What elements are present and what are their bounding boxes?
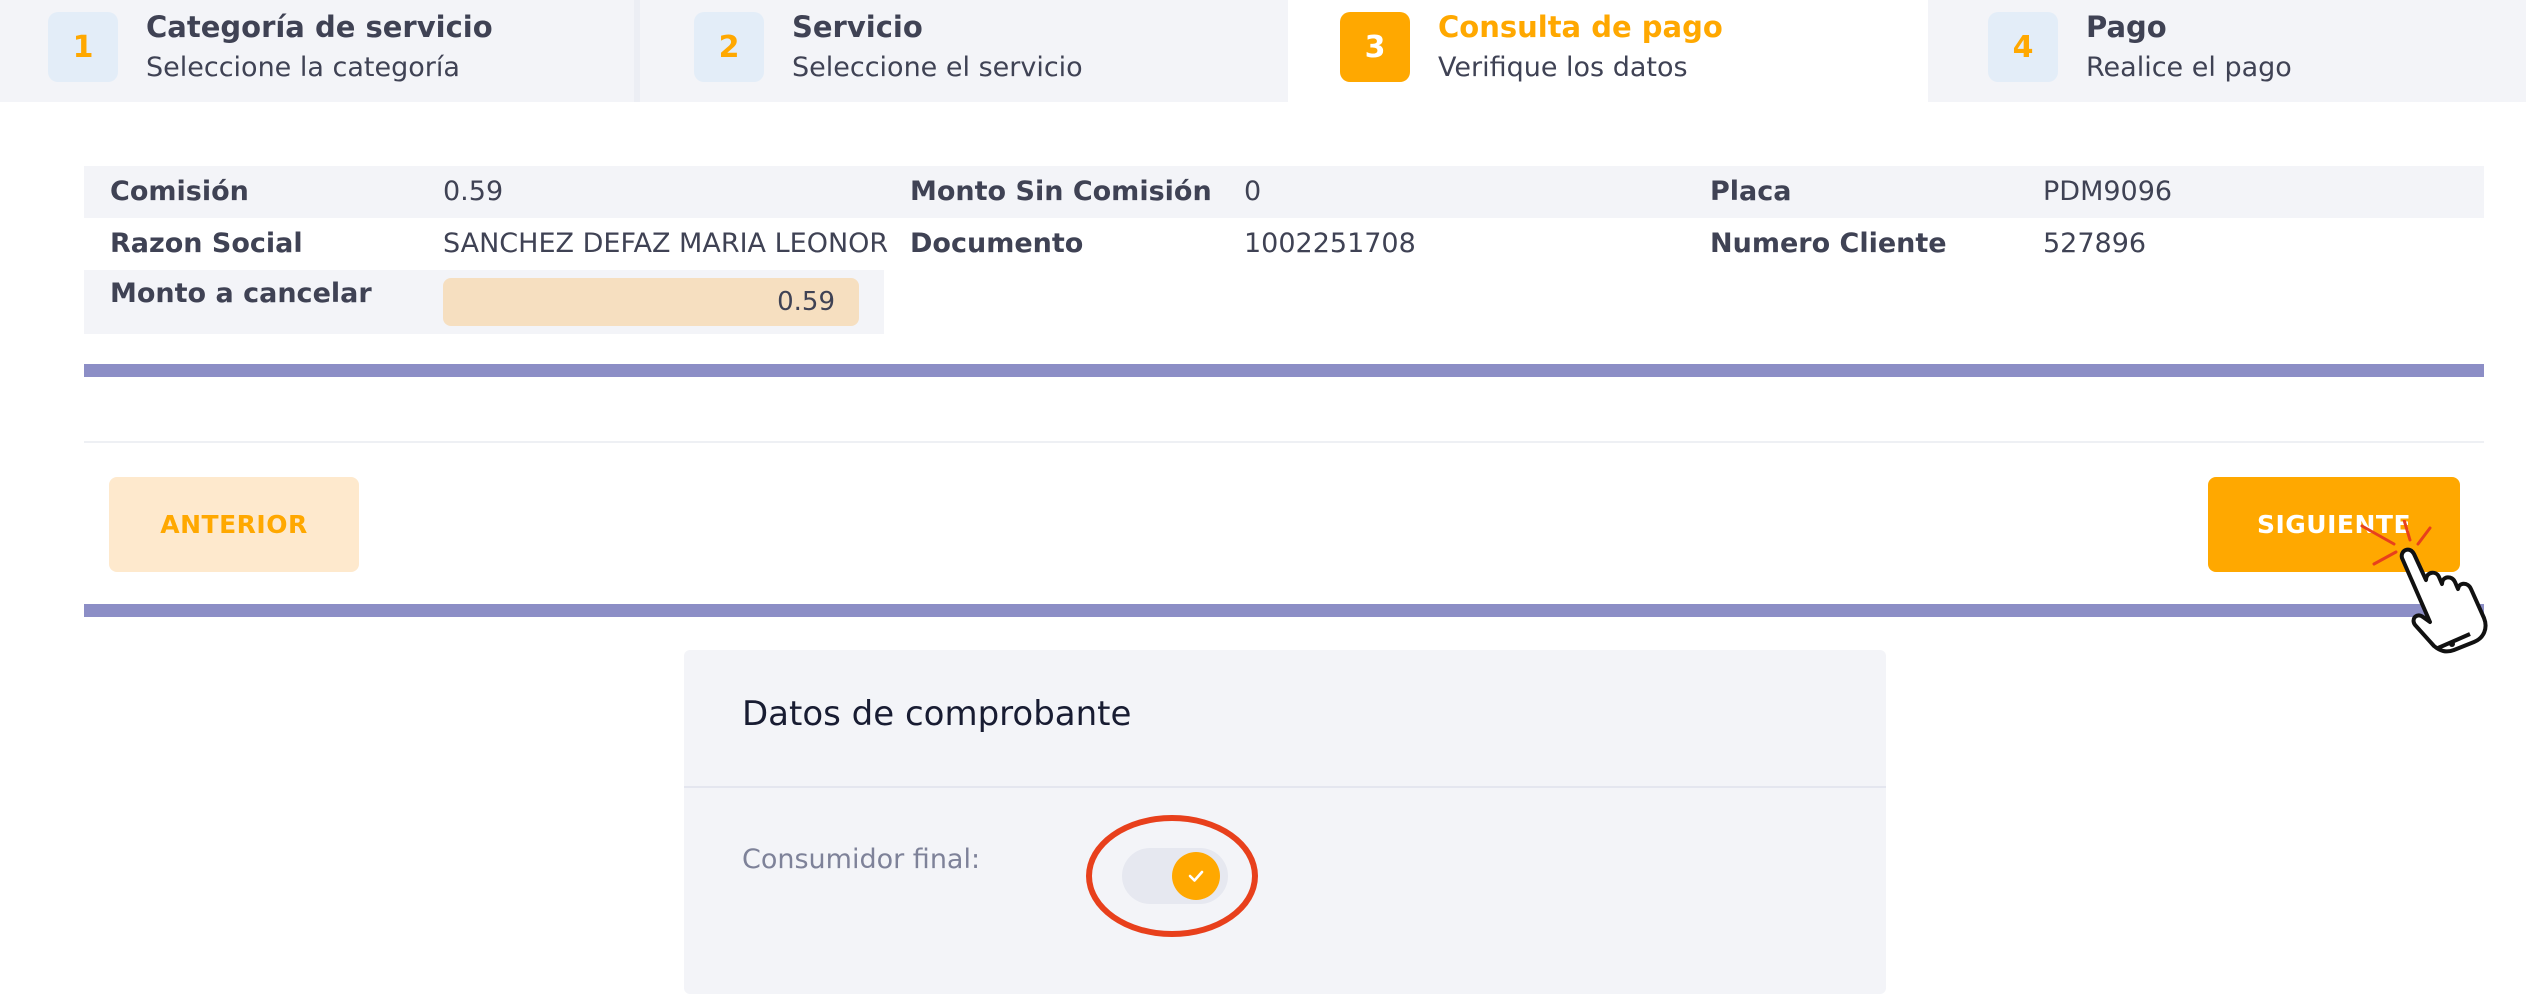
step-subtitle: Seleccione el servicio — [792, 52, 1083, 83]
consumidor-final-label: Consumidor final: — [742, 844, 981, 875]
placa-value: PDM9096 — [2043, 176, 2173, 207]
monto-sin-comision-label: Monto Sin Comisión — [910, 176, 1212, 207]
step-title: Categoría de servicio — [146, 10, 493, 44]
step-number: 3 — [1340, 12, 1410, 82]
section-divider-bar — [84, 364, 2484, 377]
step-subtitle: Verifique los datos — [1438, 52, 1688, 83]
comision-label: Comisión — [110, 176, 249, 207]
comision-value: 0.59 — [443, 176, 504, 207]
anterior-button[interactable]: ANTERIOR — [109, 477, 359, 572]
numero-cliente-value: 527896 — [2043, 228, 2147, 259]
monto-sin-comision-value: 0 — [1244, 176, 1262, 207]
hand-pointer-icon — [2360, 520, 2488, 654]
documento-label: Documento — [910, 228, 1084, 259]
wizard-stepper: 1 Categoría de servicio Seleccione la ca… — [0, 0, 2526, 102]
razon-social-label: Razon Social — [110, 228, 303, 259]
step-subtitle: Realice el pago — [2086, 52, 2292, 83]
step-title: Consulta de pago — [1438, 10, 1723, 44]
section-divider-bar — [84, 604, 2484, 617]
highlight-circle — [1086, 815, 1258, 937]
divider-line — [84, 441, 2484, 443]
step-subtitle: Seleccione la categoría — [146, 52, 460, 83]
razon-social-value: SANCHEZ DEFAZ MARIA LEONOR — [443, 228, 889, 259]
monto-cancelar-label: Monto a cancelar — [110, 278, 372, 309]
placa-label: Placa — [1710, 176, 1792, 207]
step-2[interactable]: 2 Servicio Seleccione el servicio — [640, 0, 1288, 102]
monto-cancelar-field[interactable]: 0.59 — [443, 278, 859, 326]
info-row: Razon Social SANCHEZ DEFAZ MARIA LEONOR … — [84, 218, 2484, 270]
card-header: Datos de comprobante — [684, 650, 1886, 788]
step-1[interactable]: 1 Categoría de servicio Seleccione la ca… — [0, 0, 634, 102]
step-title: Servicio — [792, 10, 923, 44]
step-title: Pago — [2086, 10, 2167, 44]
card-title: Datos de comprobante — [742, 694, 1132, 734]
numero-cliente-label: Numero Cliente — [1710, 228, 1947, 259]
step-4[interactable]: 4 Pago Realice el pago — [1928, 0, 2526, 102]
step-number: 2 — [694, 12, 764, 82]
click-burst-icon — [2360, 520, 2432, 566]
documento-value: 1002251708 — [1244, 228, 1416, 259]
step-number: 4 — [1988, 12, 2058, 82]
comprobante-card: Datos de comprobante Consumidor final: — [684, 650, 1886, 994]
info-row: Comisión 0.59 Monto Sin Comisión 0 Placa… — [84, 166, 2484, 218]
step-3[interactable]: 3 Consulta de pago Verifique los datos — [1288, 0, 1928, 102]
step-number: 1 — [48, 12, 118, 82]
